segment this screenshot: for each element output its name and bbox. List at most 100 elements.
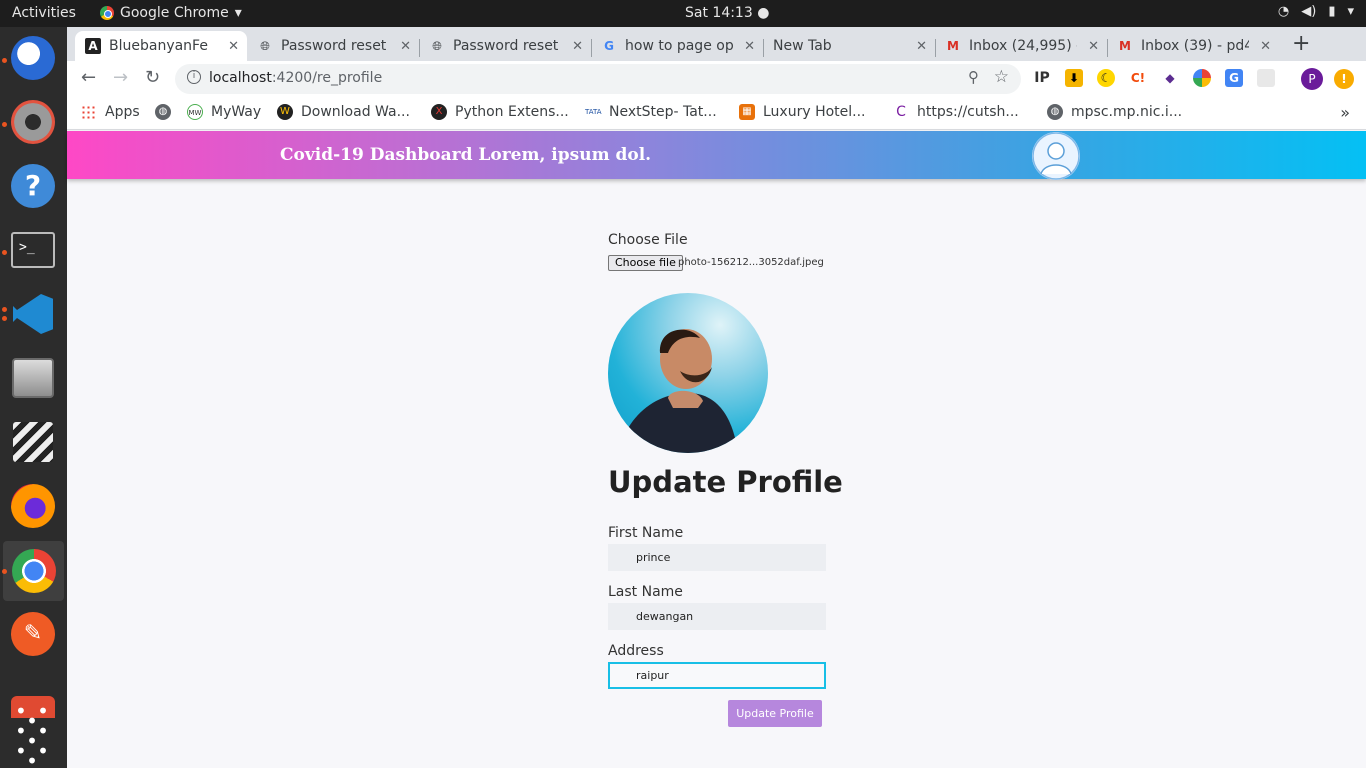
- google-icon: G: [604, 39, 614, 53]
- clapperboard-icon: [13, 422, 53, 462]
- choose-file-button[interactable]: Choose file: [608, 255, 683, 271]
- bookmarks-bar: Apps ◍ MW MyWay W Download Wa... X Pytho…: [67, 97, 1366, 130]
- forward-arrow-icon[interactable]: →: [113, 67, 128, 88]
- dock-video-editor[interactable]: [8, 417, 58, 467]
- wa-icon: W: [277, 104, 293, 120]
- file-name: photo-156212...3052daf.jpeg: [678, 257, 824, 268]
- show-applications-button[interactable]: • • • • • • • • •: [8, 701, 58, 768]
- bookmark-myway[interactable]: MW MyWay: [187, 104, 261, 120]
- chrome-icon: [100, 6, 114, 20]
- address-bar[interactable]: i localhost:4200/re_profile ⚲ ☆: [175, 64, 1021, 94]
- close-icon[interactable]: ✕: [1088, 39, 1099, 54]
- globe-icon: 🌐︎: [260, 38, 270, 53]
- bookmark-label: MyWay: [211, 104, 262, 120]
- update-profile-button[interactable]: Update Profile: [728, 700, 822, 727]
- tab-title: New Tab: [773, 38, 832, 54]
- bookmark-label: Download Wa...: [301, 104, 410, 120]
- back-arrow-icon[interactable]: ←: [81, 67, 96, 88]
- bookmark-apps[interactable]: Apps: [81, 104, 140, 120]
- python-icon: X: [431, 104, 447, 120]
- dock-postman[interactable]: ✎: [8, 609, 58, 659]
- bookmark-mpsc[interactable]: ◍ mpsc.mp.nic.i...: [1047, 104, 1182, 120]
- zoom-icon[interactable]: ⚲: [968, 68, 979, 86]
- info-icon[interactable]: i: [187, 70, 201, 84]
- tab-1[interactable]: 🌐︎ Password reset ✕: [247, 31, 419, 61]
- clock[interactable]: Sat 14:13 ●: [685, 5, 769, 21]
- app-menu[interactable]: Google Chrome ▾: [100, 5, 242, 21]
- layers-extension-icon[interactable]: ◆: [1161, 69, 1179, 87]
- bookmark-nextstep[interactable]: TATA NextStep- Tat...: [585, 104, 717, 120]
- address-label: Address: [608, 643, 664, 659]
- ip-extension-icon[interactable]: IP: [1033, 69, 1051, 87]
- user-avatar[interactable]: [1032, 132, 1080, 180]
- thunderbird-icon: [11, 36, 55, 80]
- c-extension-icon[interactable]: C!: [1129, 69, 1147, 87]
- last-name-input[interactable]: dewangan: [608, 603, 826, 630]
- person-photo: [618, 329, 738, 453]
- cutshort-icon: C: [893, 104, 909, 120]
- system-tray[interactable]: ◔ ◀) ▮ ▾: [1278, 4, 1354, 19]
- tata-icon: TATA: [585, 104, 602, 120]
- tab-title: Password reset: [453, 38, 559, 54]
- close-icon[interactable]: ✕: [1260, 39, 1271, 54]
- globe-icon: ◍: [1047, 104, 1063, 120]
- download-extension-icon[interactable]: ⬇: [1065, 69, 1083, 87]
- system-top-bar: Activities Google Chrome ▾ Sat 14:13 ● ◔…: [0, 0, 1366, 27]
- running-indicator: [2, 250, 7, 255]
- dock-files[interactable]: [8, 353, 58, 403]
- clock-text: Sat 14:13: [685, 5, 753, 21]
- first-name-input[interactable]: prince: [608, 544, 826, 571]
- bookmark-download[interactable]: W Download Wa...: [277, 104, 410, 120]
- new-tab-button[interactable]: +: [1292, 31, 1310, 56]
- running-indicator: [2, 58, 7, 63]
- bookmark-star-icon[interactable]: ☆: [994, 67, 1009, 87]
- update-alert-icon[interactable]: !: [1334, 69, 1354, 89]
- running-indicator: [2, 122, 7, 127]
- dock-firefox[interactable]: [8, 481, 58, 531]
- globe-icon: 🌐︎: [432, 38, 442, 53]
- chevron-right-icon[interactable]: »: [1340, 103, 1350, 122]
- dock-terminal[interactable]: >_: [8, 225, 58, 275]
- firefox-icon: [11, 484, 55, 528]
- address-input[interactable]: raipur: [608, 662, 826, 689]
- close-icon[interactable]: ✕: [744, 39, 755, 54]
- activities-button[interactable]: Activities: [12, 5, 76, 21]
- chevron-down-icon: ▾: [1347, 4, 1354, 19]
- color-extension-icon[interactable]: [1193, 69, 1211, 87]
- close-icon[interactable]: ✕: [572, 39, 583, 54]
- dock-settings[interactable]: [8, 97, 58, 147]
- moon-extension-icon[interactable]: ☾: [1097, 69, 1115, 87]
- dock: ? >_ ✎ • • • • • • • • •: [0, 27, 67, 768]
- blank-extension-icon[interactable]: [1257, 69, 1275, 87]
- bookmark-globe[interactable]: ◍: [155, 104, 179, 120]
- dock-chrome[interactable]: [3, 541, 64, 601]
- tab-2[interactable]: 🌐︎ Password reset ✕: [419, 31, 591, 61]
- last-name-label: Last Name: [608, 584, 683, 600]
- close-icon[interactable]: ✕: [916, 39, 927, 54]
- terminal-icon: >_: [11, 232, 55, 268]
- tab-0[interactable]: A BluebanyanFe ✕: [75, 31, 247, 61]
- bookmark-luxury-hotel[interactable]: ▦ Luxury Hotel...: [739, 104, 866, 120]
- bookmark-cutshort[interactable]: C https://cutsh...: [893, 104, 1019, 120]
- tab-3[interactable]: G how to page op ✕: [591, 31, 763, 61]
- tab-6[interactable]: M Inbox (39) - pd4 ✕: [1107, 31, 1279, 61]
- dock-help[interactable]: ?: [8, 161, 58, 211]
- brand-title[interactable]: Covid-19 Dashboard Lorem, ipsum dol.: [280, 145, 651, 165]
- bookmark-python[interactable]: X Python Extens...: [431, 104, 569, 120]
- dock-thunderbird[interactable]: [8, 33, 58, 83]
- translate-extension-icon[interactable]: G: [1225, 69, 1243, 87]
- tab-4[interactable]: New Tab ✕: [763, 31, 935, 61]
- tab-5[interactable]: M Inbox (24,995) - ✕: [935, 31, 1107, 61]
- running-indicator: [2, 569, 7, 574]
- dock-vscode[interactable]: [8, 289, 58, 339]
- close-icon[interactable]: ✕: [228, 39, 239, 54]
- running-indicator: [2, 307, 7, 312]
- profile-avatar[interactable]: P: [1301, 68, 1323, 90]
- browser-toolbar: ← → ↻ i localhost:4200/re_profile ⚲ ☆ IP…: [67, 61, 1366, 97]
- gmail-icon: M: [947, 39, 959, 53]
- postman-icon: ✎: [11, 612, 55, 656]
- vscode-icon: [13, 294, 53, 334]
- reload-icon[interactable]: ↻: [145, 67, 160, 88]
- chrome-icon: [11, 549, 56, 593]
- close-icon[interactable]: ✕: [400, 39, 411, 54]
